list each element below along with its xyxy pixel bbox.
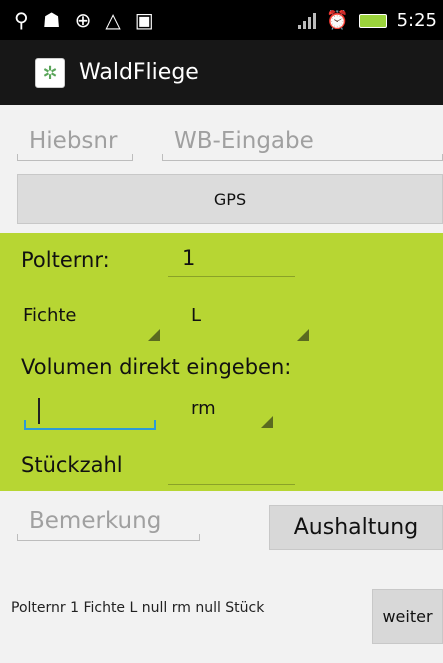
gps-button[interactable]: GPS (17, 174, 443, 224)
volume-label: Volumen direkt eingeben: (21, 355, 292, 379)
bemerkung-input[interactable]: Bemerkung (17, 508, 200, 541)
species-spinner[interactable]: Fichte (23, 305, 160, 341)
app-icon[interactable]: ✲ (35, 58, 65, 88)
class-spinner[interactable]: L (191, 305, 309, 341)
weiter-label: weiter (382, 607, 433, 626)
app-title: WaldFliege (79, 60, 199, 85)
polternr-value: 1 (182, 246, 196, 270)
aushaltung-label: Aushaltung (293, 515, 419, 540)
unit-spinner[interactable]: rm (191, 398, 273, 428)
hiebsnr-input[interactable]: Hiebsnr (17, 128, 133, 161)
signal-icon (298, 12, 317, 29)
battery-icon (358, 13, 387, 28)
debug-icon: ☗ (42, 8, 61, 32)
gps-button-label: GPS (213, 189, 247, 209)
unit-value: rm (191, 398, 216, 419)
polternr-label: Polternr: (21, 248, 110, 272)
usb-icon: ⚲ (14, 8, 29, 32)
aushaltung-button[interactable]: Aushaltung (269, 505, 443, 550)
warning-icon: △ (105, 8, 121, 32)
spinner-arrow-icon (261, 416, 273, 428)
spinner-arrow-icon (297, 329, 309, 341)
wb-eingabe-input[interactable]: WB-Eingabe (162, 128, 443, 161)
system-icons: ⏰ 5:25 (298, 10, 437, 31)
bag-icon: ▣ (134, 8, 154, 32)
wb-eingabe-placeholder: WB-Eingabe (174, 128, 314, 154)
species-value: Fichte (23, 305, 77, 326)
hiebsnr-placeholder: Hiebsnr (29, 128, 118, 154)
notification-icons: ⚲ ☗ ⊕ △ ▣ (14, 8, 154, 32)
summary-text: Polternr 1 Fichte L null rm null Stück (11, 600, 265, 616)
bemerkung-placeholder: Bemerkung (29, 508, 162, 534)
text-cursor (38, 398, 40, 424)
stueckzahl-input[interactable] (168, 456, 295, 485)
clock: 5:25 (396, 10, 437, 31)
weiter-button[interactable]: weiter (372, 589, 443, 644)
status-bar: ⚲ ☗ ⊕ △ ▣ ⏰ 5:25 (0, 0, 443, 40)
sync-icon: ⊕ (74, 8, 92, 32)
stueckzahl-label: Stückzahl (21, 453, 123, 477)
volume-input[interactable] (24, 398, 156, 430)
class-value: L (191, 305, 202, 326)
action-bar: ✲ WaldFliege (0, 40, 443, 105)
polternr-input[interactable]: 1 (168, 246, 295, 277)
spinner-arrow-icon (148, 329, 160, 341)
alarm-icon: ⏰ (326, 10, 349, 31)
